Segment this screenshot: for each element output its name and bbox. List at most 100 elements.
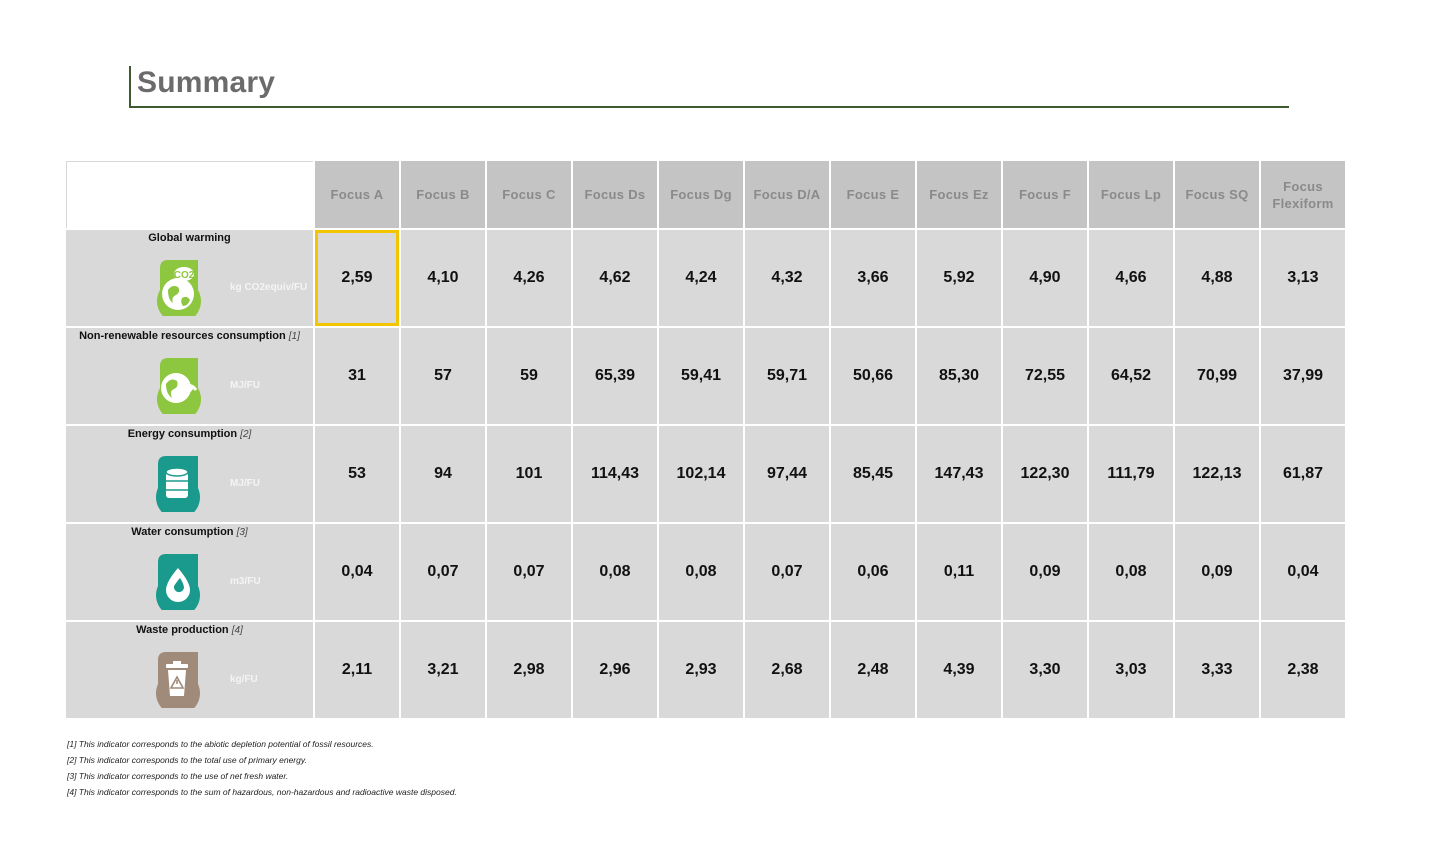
value-cell: 102,14: [659, 426, 743, 522]
footnote: [1] This indicator corresponds to the ab…: [67, 739, 374, 749]
value-cell: 4,39: [917, 622, 1001, 718]
footnote: [2] This indicator corresponds to the to…: [67, 755, 307, 765]
value-cell: 37,99: [1261, 328, 1345, 424]
value-cell: 2,96: [573, 622, 657, 718]
footnote: [3] This indicator corresponds to the us…: [67, 771, 289, 781]
value-cell: 3,13: [1261, 230, 1345, 326]
value-cell: 114,43: [573, 426, 657, 522]
value-cell: 3,33: [1175, 622, 1259, 718]
value-cell: 0,07: [745, 524, 829, 620]
title-area: Summary: [129, 66, 1289, 108]
value-cell: 4,90: [1003, 230, 1087, 326]
summary-table: Focus A Focus B Focus C Focus Ds Focus D…: [64, 159, 1347, 720]
value-cell: 59: [487, 328, 571, 424]
value-cell: 94: [401, 426, 485, 522]
column-header: Focus C: [487, 161, 571, 228]
value-cell: 0,07: [401, 524, 485, 620]
water-drop-icon: [152, 552, 204, 618]
value-cell: 101: [487, 426, 571, 522]
svg-text:CO2: CO2: [174, 270, 195, 281]
value-cell: 0,09: [1003, 524, 1087, 620]
value-cell: 3,21: [401, 622, 485, 718]
globe-pickaxe-icon: [152, 356, 204, 422]
unit-label: kg/FU: [230, 674, 258, 685]
value-cell: 3,30: [1003, 622, 1087, 718]
row-label-text: Global warming: [148, 232, 231, 244]
value-cell: 70,99: [1175, 328, 1259, 424]
table-row: Water consumption [3] m3/FU 0,04 0,07 0,07 0,…: [66, 524, 1345, 620]
value-cell: 53: [315, 426, 399, 522]
row-label-text: Waste production: [136, 624, 229, 636]
value-cell: 4,66: [1089, 230, 1173, 326]
value-cell: 147,43: [917, 426, 1001, 522]
oil-barrel-icon: [152, 454, 204, 520]
footnote-ref: [2]: [240, 429, 252, 440]
row-header: Water consumption [3] m3/FU: [66, 524, 313, 620]
column-header: Focus Lp: [1089, 161, 1173, 228]
row-label-text: Non-renewable resources consumption: [79, 330, 286, 342]
row-header: Energy consumption [2] MJ/FU: [66, 426, 313, 522]
column-header: Focus SQ: [1175, 161, 1259, 228]
value-cell: 50,66: [831, 328, 915, 424]
row-label: Energy consumption [2]: [66, 428, 313, 440]
column-header: Focus B: [401, 161, 485, 228]
table-row: Energy consumption [2] MJ/FU 53 94 101 114,43…: [66, 426, 1345, 522]
value-cell: 97,44: [745, 426, 829, 522]
column-header: Focus Dg: [659, 161, 743, 228]
value-cell: 85,30: [917, 328, 1001, 424]
footnote-ref: [1]: [288, 331, 300, 342]
column-header: Focus F: [1003, 161, 1087, 228]
table-row: Waste production [4] kg/FU 2,11 3,21 2,98 2,9…: [66, 622, 1345, 718]
value-cell: 0,04: [315, 524, 399, 620]
value-cell: 0,08: [659, 524, 743, 620]
footnote: [4] This indicator corresponds to the su…: [67, 787, 457, 797]
value-cell: 0,06: [831, 524, 915, 620]
value-cell: 65,39: [573, 328, 657, 424]
row-label: Non-renewable resources consumption [1]: [66, 330, 313, 342]
value-cell: 122,13: [1175, 426, 1259, 522]
value-cell: 2,93: [659, 622, 743, 718]
unit-label: MJ/FU: [230, 380, 260, 391]
row-label: Waste production [4]: [66, 624, 313, 636]
footnote-ref: [4]: [231, 625, 243, 636]
row-header: Global warming CO2 kg CO2equiv/FU: [66, 230, 313, 326]
value-cell: 4,88: [1175, 230, 1259, 326]
value-cell: 4,24: [659, 230, 743, 326]
waste-bin-icon: [152, 650, 204, 716]
value-cell: 4,32: [745, 230, 829, 326]
column-header: Focus D/A: [745, 161, 829, 228]
value-cell: 4,10: [401, 230, 485, 326]
column-header: Focus Flexiform: [1261, 161, 1345, 228]
value-cell: 2,11: [315, 622, 399, 718]
header-row: Focus A Focus B Focus C Focus Ds Focus D…: [66, 161, 1345, 228]
row-label: Global warming: [66, 232, 313, 244]
value-cell: 0,11: [917, 524, 1001, 620]
table-row: Non-renewable resources consumption [1] M…: [66, 328, 1345, 424]
row-header: Waste production [4] kg/FU: [66, 622, 313, 718]
value-cell: 2,68: [745, 622, 829, 718]
value-cell: 122,30: [1003, 426, 1087, 522]
column-header: Focus A: [315, 161, 399, 228]
value-cell: 111,79: [1089, 426, 1173, 522]
value-cell: 61,87: [1261, 426, 1345, 522]
value-cell: 57: [401, 328, 485, 424]
unit-label: kg CO2equiv/FU: [230, 282, 308, 293]
value-cell: 2,48: [831, 622, 915, 718]
value-cell: 72,55: [1003, 328, 1087, 424]
value-cell: 0,04: [1261, 524, 1345, 620]
footnote-ref: [3]: [236, 527, 248, 538]
value-cell: 0,07: [487, 524, 571, 620]
table-row: Global warming CO2 kg CO2equiv/FU 2,59 4,10…: [66, 230, 1345, 326]
value-cell: 31: [315, 328, 399, 424]
unit-label: MJ/FU: [230, 478, 260, 489]
value-cell: 5,92: [917, 230, 1001, 326]
value-cell: 4,62: [573, 230, 657, 326]
value-cell: 3,66: [831, 230, 915, 326]
value-cell: 0,08: [573, 524, 657, 620]
value-cell: 85,45: [831, 426, 915, 522]
row-label-text: Water consumption: [131, 526, 234, 538]
row-header: Non-renewable resources consumption [1] M…: [66, 328, 313, 424]
row-label: Water consumption [3]: [66, 526, 313, 538]
co2-globe-icon: CO2: [152, 258, 204, 324]
row-label-text: Energy consumption: [127, 428, 238, 440]
